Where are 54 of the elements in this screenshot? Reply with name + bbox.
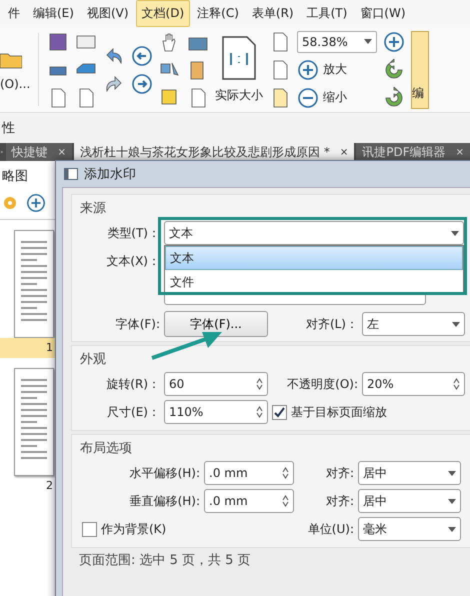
size-field[interactable]: 110% — [164, 400, 268, 424]
font-button[interactable]: 字体(F)... — [164, 311, 268, 337]
document-tab[interactable]: 讯捷PDF编辑器 × — [356, 143, 470, 161]
dropdown-option[interactable]: 文本 — [165, 246, 463, 270]
section-heading: 外观 — [80, 351, 106, 368]
font-label: 字体(F): — [114, 316, 160, 332]
menu-item[interactable]: 注释(C) — [191, 0, 245, 27]
sidebar-title: 略图 — [1, 168, 29, 186]
rotate-label: 旋转(R)： — [105, 376, 160, 392]
align-label: 对齐(L)： — [304, 316, 358, 332]
page-range-label: 页面范围: 选中 5 页，共 5 页 — [79, 552, 251, 569]
type-label: 类型(T)： — [106, 224, 160, 242]
properties-label: 性 — [2, 120, 15, 137]
scale-label: 基于目标页面缩放 — [291, 404, 387, 420]
opacity-field[interactable]: 20% — [362, 372, 465, 396]
vertical-offset-field[interactable]: .0 mm — [204, 489, 294, 513]
size-label: 尺寸(E)： — [106, 404, 160, 420]
menu-item[interactable]: 文档(D) — [136, 0, 190, 27]
dialog-title: 添加水印 — [84, 166, 136, 183]
close-icon[interactable]: × — [58, 146, 66, 158]
align-dropdown[interactable]: 居中 — [358, 489, 461, 513]
unit-dropdown[interactable]: 毫米 — [358, 517, 461, 541]
edit-button[interactable]: 编 — [411, 30, 429, 108]
type-dropdown[interactable]: 文本 — [164, 221, 464, 245]
horizontal-offset-field[interactable]: .0 mm — [204, 461, 294, 485]
actual-size-label[interactable]: 实际大小 — [215, 87, 263, 104]
zoom-in-label[interactable]: 放大 — [323, 61, 347, 78]
section-heading: 布局选项 — [80, 440, 132, 457]
close-icon[interactable]: × — [456, 146, 464, 158]
rotate-field[interactable]: 60 — [164, 372, 268, 396]
close-icon[interactable]: × — [340, 146, 348, 158]
zoom-out-label[interactable]: 缩小 — [323, 89, 347, 106]
opacity-label: 不透明度(O): — [286, 376, 358, 392]
menu-item[interactable]: 视图(V) — [80, 0, 135, 27]
document-tab[interactable]: 浅析杜十娘与茶花女形象比较及悲剧形成原因 * × — [74, 143, 354, 161]
section-heading: 来源 — [80, 200, 106, 217]
menu-item[interactable]: 窗口(W) — [354, 0, 412, 27]
align-label: 对齐: — [324, 464, 354, 482]
page-number: 2 — [45, 478, 54, 494]
document-tab[interactable]: 快捷键 × — [6, 143, 72, 161]
unit-label: 单位(U): — [306, 520, 354, 538]
align-label: 对齐: — [324, 492, 354, 510]
menu-item[interactable]: 表单(R) — [246, 0, 300, 27]
menu-item[interactable]: 编辑(E) — [27, 0, 80, 27]
vertical-offset-label: 垂直偏移(H): — [128, 492, 200, 510]
horizontal-offset-label: 水平偏移(H): — [128, 464, 200, 482]
menu-item[interactable]: 件 — [2, 0, 26, 27]
zoom-field[interactable]: 58.38% — [297, 30, 377, 52]
align-dropdown[interactable]: 左 — [362, 312, 465, 336]
open-label[interactable]: (O)... — [0, 76, 30, 90]
align-dropdown[interactable]: 居中 — [358, 461, 461, 485]
menu-item[interactable]: 工具(T) — [300, 0, 354, 27]
background-label: 作为背景(K) — [101, 520, 166, 538]
text-label: 文本(X)： — [105, 252, 160, 270]
